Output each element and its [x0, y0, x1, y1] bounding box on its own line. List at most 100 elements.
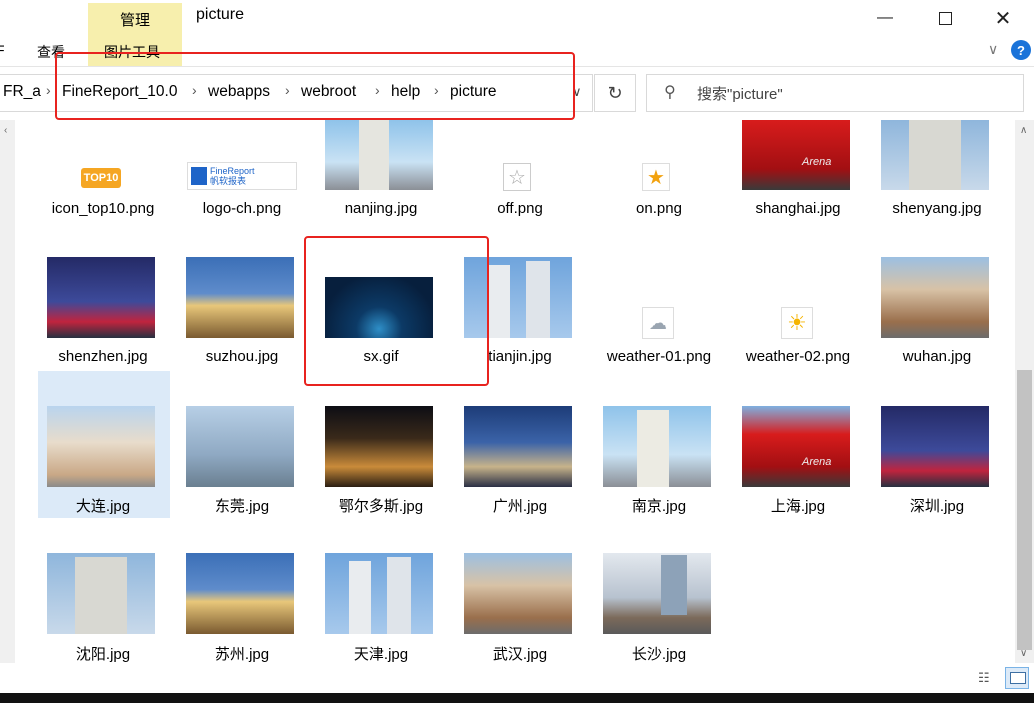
file-name: 沈阳.jpg	[75, 646, 131, 663]
file-name: icon_top10.png	[51, 200, 155, 217]
file-item[interactable]: 深圳.jpg	[872, 371, 1004, 515]
file-name: nanjing.jpg	[344, 200, 418, 217]
file-name: 长沙.jpg	[631, 646, 687, 663]
guangzhou-thumbnail	[464, 406, 572, 487]
logo-text: FineReport	[210, 166, 255, 176]
sun-icon: ☀	[781, 307, 813, 339]
file-name: suzhou.jpg	[205, 348, 279, 365]
suzhou-thumbnail	[186, 257, 294, 338]
scrollbar-thumb[interactable]	[1017, 370, 1032, 650]
arena-text: Arena	[802, 456, 832, 468]
dongguan-thumbnail	[186, 406, 294, 487]
nanjing-thumbnail	[325, 120, 433, 190]
suzhou-cn-thumbnail	[186, 553, 294, 634]
maximize-icon	[938, 11, 952, 25]
file-name: wuhan.jpg	[902, 348, 972, 365]
file-name: weather-02.png	[745, 348, 851, 365]
shenyang-thumbnail	[881, 120, 989, 190]
file-name: 上海.jpg	[770, 498, 826, 515]
file-name: 深圳.jpg	[909, 498, 965, 515]
search-icon: ⚲	[664, 84, 676, 101]
refresh-button[interactable]: ↻	[594, 74, 636, 112]
taskbar	[0, 693, 1034, 703]
tower-shape	[359, 120, 389, 190]
file-item[interactable]: 广州.jpg	[455, 371, 587, 515]
close-button[interactable]: ✕	[980, 0, 1026, 36]
tower-shape	[488, 265, 510, 338]
crumb-separator[interactable]: ›	[46, 82, 51, 98]
file-name: weather-01.png	[606, 348, 712, 365]
file-name: 天津.jpg	[353, 646, 409, 663]
details-view-icon[interactable]: ☷	[978, 670, 996, 686]
large-icons-view-icon[interactable]	[1005, 667, 1029, 689]
minimize-button[interactable]: —	[862, 0, 908, 36]
building-shape	[75, 557, 127, 634]
thumbnail-glyph	[1010, 672, 1026, 684]
highlight-box-address	[55, 52, 575, 120]
tower-shape	[526, 261, 550, 338]
file-name: 广州.jpg	[492, 498, 548, 515]
cloud-rain-icon: ☁	[642, 307, 674, 339]
file-name: 武汉.jpg	[492, 646, 548, 663]
logo-thumbnail: FineReport 帆软报表	[187, 162, 297, 190]
file-item[interactable]: shenyang.jpg	[872, 120, 1004, 264]
file-item[interactable]: Arena shanghai.jpg	[733, 120, 865, 264]
search-placeholder: 搜索"picture"	[697, 86, 783, 103]
file-item[interactable]: ★ on.png	[594, 120, 726, 264]
file-name: 大连.jpg	[75, 498, 131, 515]
shenyang-cn-thumbnail	[47, 553, 155, 634]
crumb-fr-a[interactable]: FR_a	[3, 83, 41, 101]
file-tab[interactable]: F	[0, 42, 5, 58]
file-name: 东莞.jpg	[214, 498, 270, 515]
expand-ribbon-icon[interactable]: ∨	[988, 41, 998, 58]
tower-shape	[387, 557, 411, 634]
tower-shape	[661, 555, 687, 615]
file-name: shenzhen.jpg	[58, 348, 148, 365]
file-name: 南京.jpg	[631, 498, 687, 515]
file-item[interactable]: FineReport 帆软报表 logo-ch.png	[177, 120, 309, 264]
close-icon: ✕	[994, 7, 1012, 30]
file-item[interactable]: 苏州.jpg	[177, 520, 309, 664]
scroll-up-icon[interactable]: ‹	[4, 125, 7, 136]
help-icon[interactable]: ?	[1011, 40, 1031, 60]
file-item[interactable]: 沈阳.jpg	[38, 520, 170, 664]
shenzhen-thumbnail	[47, 257, 155, 338]
file-name: on.png	[636, 200, 682, 217]
window-title: picture	[196, 6, 245, 23]
file-item[interactable]: 天津.jpg	[316, 520, 448, 664]
scroll-up-icon[interactable]: ∧	[1020, 125, 1027, 136]
scroll-down-icon[interactable]: ∨	[1020, 648, 1027, 659]
manage-tab[interactable]: 管理	[88, 3, 182, 35]
file-item[interactable]: 鄂尔多斯.jpg	[316, 371, 448, 515]
ordos-thumbnail	[325, 406, 433, 487]
shanghai-thumbnail: Arena	[742, 120, 850, 190]
file-item[interactable]: 东莞.jpg	[177, 371, 309, 515]
file-item[interactable]: Arena 上海.jpg	[733, 371, 865, 515]
tower-shape	[637, 410, 669, 487]
star-filled-icon: ★	[642, 163, 670, 191]
logo-mark-icon	[191, 167, 207, 185]
shanghai-cn-thumbnail: Arena	[742, 406, 850, 487]
file-item[interactable]: 长沙.jpg	[594, 520, 726, 664]
file-item[interactable]: TOP10 icon_top10.png	[38, 120, 170, 264]
wuhan-cn-thumbnail	[464, 553, 572, 634]
maximize-button[interactable]	[922, 0, 968, 36]
building-shape	[909, 120, 961, 190]
file-item[interactable]: 武汉.jpg	[455, 520, 587, 664]
changsha-thumbnail	[603, 553, 711, 634]
left-scrollbar[interactable]	[0, 120, 15, 665]
file-item-selected[interactable]: 大连.jpg	[38, 371, 170, 518]
wuhan-thumbnail	[881, 257, 989, 338]
arena-text: Arena	[802, 156, 832, 168]
star-outline-icon: ☆	[503, 163, 531, 191]
minimize-icon: —	[877, 9, 893, 26]
file-name: shanghai.jpg	[755, 200, 841, 217]
file-item[interactable]: 南京.jpg	[594, 371, 726, 515]
highlight-box-sx	[304, 236, 489, 386]
tower-shape	[349, 561, 371, 634]
dalian-thumbnail	[47, 406, 155, 487]
file-name: 鄂尔多斯.jpg	[338, 498, 424, 515]
logo-subtext: 帆软报表	[210, 176, 247, 186]
file-name: logo-ch.png	[202, 200, 282, 217]
nanjing-cn-thumbnail	[603, 406, 711, 487]
